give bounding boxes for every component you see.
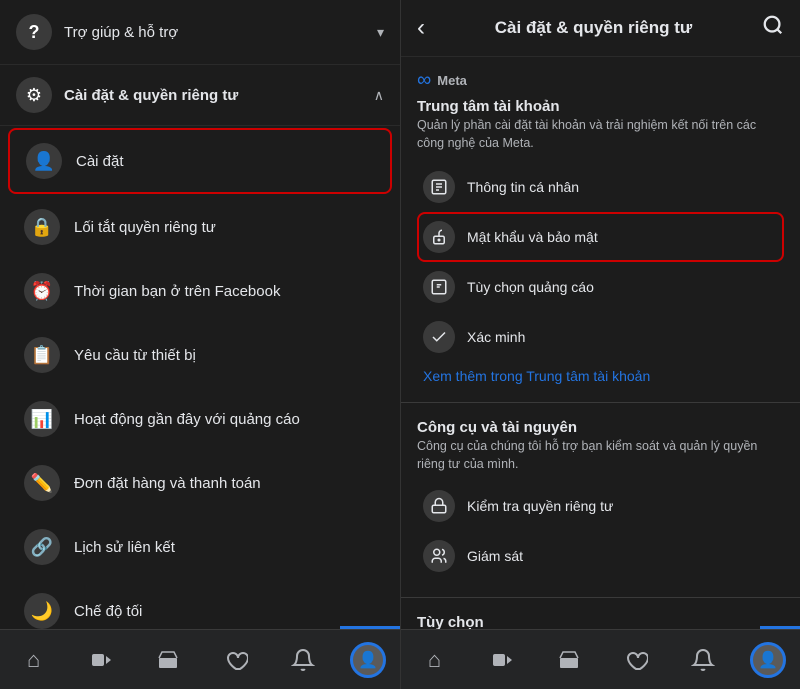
right-menu-verify[interactable]: Xác minh	[417, 312, 784, 362]
ads-pref-label: Tùy chọn quảng cáo	[467, 279, 594, 295]
personal-label: Thông tin cá nhân	[467, 179, 579, 195]
tools-title: Công cụ và tài nguyên	[417, 419, 784, 436]
right-menu-password[interactable]: Mật khẩu và bảo mật	[417, 212, 784, 262]
monitor-label: Giám sát	[467, 548, 523, 564]
divider-2	[401, 597, 800, 598]
clock-icon: ⏰	[24, 273, 60, 309]
password-icon	[423, 221, 455, 253]
nav-heart[interactable]	[216, 640, 256, 680]
help-icon: ?	[16, 14, 52, 50]
right-bottom-nav: ⌂ 👤	[401, 629, 800, 689]
right-header-title: Cài đặt & quyền riêng tư	[425, 18, 762, 38]
chevron-down-icon: ▾	[377, 24, 384, 41]
menu-item-time-label: Thời gian bạn ở trên Facebook	[74, 283, 280, 300]
divider-1	[401, 402, 800, 403]
menu-item-privacy[interactable]: 🔒 Lối tắt quyền riêng tư	[8, 196, 392, 258]
left-panel: ? Trợ giúp & hỗ trợ ▾ ⚙ Cài đặt & quyền …	[0, 0, 400, 689]
menu-item-darkmode-label: Chế độ tối	[74, 603, 142, 620]
menu-item-time[interactable]: ⏰ Thời gian bạn ở trên Facebook	[8, 260, 392, 322]
menu-item-privacy-label: Lối tắt quyền riêng tư	[74, 219, 216, 236]
tools-desc: Công cụ của chúng tôi hỗ trợ bạn kiểm so…	[417, 438, 784, 473]
menu-item-settings-label: Cài đặt	[76, 153, 124, 170]
right-menu-monitor[interactable]: Giám sát	[417, 531, 784, 581]
settings-header-label: Cài đặt & quyền riêng tư	[64, 87, 238, 104]
lock-icon: 🔒	[24, 209, 60, 245]
gear-icon: ⚙	[16, 77, 52, 113]
menu-list: 👤 Cài đặt 🔒 Lối tắt quyền riêng tư ⏰ Thờ…	[0, 128, 400, 629]
personal-icon	[423, 171, 455, 203]
nav-profile[interactable]: 👤	[350, 642, 386, 678]
menu-item-device-label: Yêu cầu từ thiết bị	[74, 347, 196, 364]
right-header: ‹ Cài đặt & quyền riêng tư	[401, 0, 800, 57]
right-nav-bell[interactable]	[683, 640, 723, 680]
right-panel: ‹ Cài đặt & quyền riêng tư ∞ Meta Trung …	[400, 0, 800, 689]
help-row[interactable]: ? Trợ giúp & hỗ trợ ▾	[0, 0, 400, 65]
meta-section: ∞ Meta Trung tâm tài khoản Quản lý phần …	[401, 57, 800, 394]
left-scroll: ? Trợ giúp & hỗ trợ ▾ ⚙ Cài đặt & quyền …	[0, 0, 400, 629]
settings-section-header[interactable]: ⚙ Cài đặt & quyền riêng tư ∧	[0, 65, 400, 126]
right-menu-personal[interactable]: Thông tin cá nhân	[417, 162, 784, 212]
menu-item-orders[interactable]: ✏️ Đơn đặt hàng và thanh toán	[8, 452, 392, 514]
account-center-desc: Quản lý phần cài đặt tài khoản và trải n…	[417, 117, 784, 152]
tools-section: Công cụ và tài nguyên Công cụ của chúng …	[401, 411, 800, 589]
password-label: Mật khẩu và bảo mật	[467, 229, 598, 245]
right-nav-profile[interactable]: 👤	[750, 642, 786, 678]
monitor-icon	[423, 540, 455, 572]
options-section: Tùy chọn Tùy chỉnh trải nghiệm của bạn t…	[401, 606, 800, 629]
right-nav-heart[interactable]	[616, 640, 656, 680]
meta-infinity-icon: ∞	[417, 69, 431, 92]
verify-label: Xác minh	[467, 329, 525, 345]
menu-item-ads[interactable]: 📊 Hoạt động gần đây với quảng cáo	[8, 388, 392, 450]
nav-bell[interactable]	[283, 640, 323, 680]
orders-icon: ✏️	[24, 465, 60, 501]
chevron-up-icon: ∧	[374, 87, 384, 104]
settings-header-left: ⚙ Cài đặt & quyền riêng tư	[16, 77, 238, 113]
account-center-title: Trung tâm tài khoản	[417, 98, 784, 115]
back-icon[interactable]: ‹	[417, 14, 425, 42]
nav-video[interactable]	[81, 640, 121, 680]
right-nav-home[interactable]: ⌂	[415, 640, 455, 680]
right-menu-ads[interactable]: Tùy chọn quảng cáo	[417, 262, 784, 312]
settings-icon: 👤	[26, 143, 62, 179]
help-label: Trợ giúp & hỗ trợ	[64, 24, 178, 41]
menu-item-orders-label: Đơn đặt hàng và thanh toán	[74, 475, 261, 492]
menu-item-ads-label: Hoạt động gần đây với quảng cáo	[74, 411, 300, 428]
link-icon: 🔗	[24, 529, 60, 565]
right-nav-video[interactable]	[482, 640, 522, 680]
options-title: Tùy chọn	[417, 614, 784, 629]
right-active-indicator	[760, 626, 800, 629]
menu-item-darkmode[interactable]: 🌙 Chế độ tối	[8, 580, 392, 629]
menu-item-settings[interactable]: 👤 Cài đặt	[8, 128, 392, 194]
check-privacy-icon	[423, 490, 455, 522]
moon-icon: 🌙	[24, 593, 60, 629]
right-nav-marketplace[interactable]	[549, 640, 589, 680]
ads-pref-icon	[423, 271, 455, 303]
device-icon: 📋	[24, 337, 60, 373]
menu-item-device[interactable]: 📋 Yêu cầu từ thiết bị	[8, 324, 392, 386]
ads-icon: 📊	[24, 401, 60, 437]
right-scroll: ∞ Meta Trung tâm tài khoản Quản lý phần …	[401, 57, 800, 629]
meta-logo: ∞ Meta	[417, 69, 784, 92]
menu-item-history[interactable]: 🔗 Lịch sử liên kết	[8, 516, 392, 578]
check-privacy-label: Kiểm tra quyền riêng tư	[467, 498, 613, 514]
left-active-indicator	[340, 626, 400, 629]
left-bottom-nav: ⌂ 👤	[0, 629, 400, 689]
help-row-left: ? Trợ giúp & hỗ trợ	[16, 14, 178, 50]
nav-marketplace[interactable]	[148, 640, 188, 680]
verify-icon	[423, 321, 455, 353]
menu-item-history-label: Lịch sử liên kết	[74, 539, 175, 556]
nav-home[interactable]: ⌂	[14, 640, 54, 680]
meta-text-label: Meta	[437, 73, 467, 88]
search-icon[interactable]	[762, 14, 784, 42]
right-menu-check-privacy[interactable]: Kiểm tra quyền riêng tư	[417, 481, 784, 531]
account-center-link[interactable]: Xem thêm trong Trung tâm tài khoản	[417, 362, 784, 390]
